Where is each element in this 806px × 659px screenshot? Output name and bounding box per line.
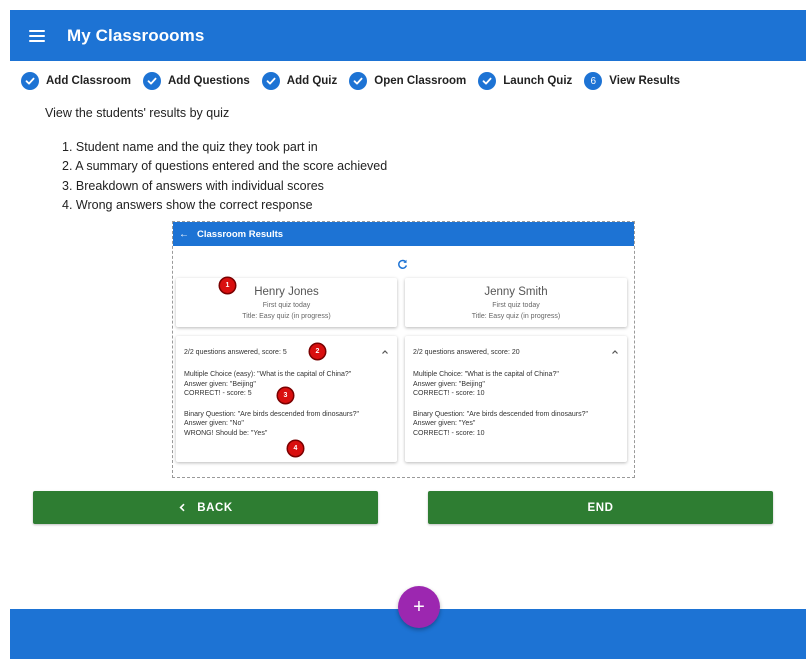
- answer-given: Answer given: "Beijing": [413, 380, 485, 388]
- list-item: 1. Student name and the quiz they took p…: [62, 140, 318, 154]
- step-add-questions[interactable]: Add Questions: [143, 72, 250, 90]
- answer-result: WRONG! Should be: "Yes": [184, 429, 268, 437]
- step-add-classroom[interactable]: Add Classroom: [21, 72, 131, 90]
- check-icon: [478, 72, 497, 90]
- step-label: View Results: [609, 75, 681, 87]
- answer-result: CORRECT! - score: 10: [413, 390, 485, 397]
- check-icon: [261, 72, 280, 90]
- list-item: 3. Breakdown of answers with individual …: [62, 178, 324, 193]
- annotation-badge-3: 3: [278, 388, 293, 403]
- answer-item: Binary Question: "Are birds descended fr…: [184, 410, 389, 439]
- student-card-henry: Henry Jones First quiz today Title: Easy…: [176, 278, 397, 327]
- preview-app-bar: ← Classroom Results: [173, 222, 634, 246]
- chevron-up-icon[interactable]: [381, 348, 389, 356]
- step-launch-quiz[interactable]: Launch Quiz: [478, 72, 572, 90]
- answers-breakdown: Multiple Choice: "What is the capital of…: [405, 364, 627, 438]
- intro-text: View the students' results by quiz: [45, 106, 230, 120]
- step-label: Open Classroom: [374, 75, 467, 87]
- end-button-label: END: [587, 501, 614, 514]
- step-label: Add Quiz: [286, 75, 338, 87]
- menu-icon[interactable]: [29, 29, 45, 42]
- step-label: Add Classroom: [46, 75, 131, 87]
- quiz-title: Title: Easy quiz (in progress): [242, 313, 331, 320]
- end-button[interactable]: END: [428, 491, 773, 524]
- check-icon: [143, 72, 161, 90]
- page: My Classroooms Add Classroom Add Questio…: [0, 0, 806, 659]
- question-text: Multiple Choice: "What is the capital of…: [413, 371, 559, 378]
- annotation-badge-4: 4: [288, 441, 303, 456]
- list-item: 2. A summary of questions entered and th…: [62, 159, 388, 174]
- results-panel-header[interactable]: 2/2 questions answered, score: 20: [405, 340, 627, 364]
- list-item: 4. Wrong answers show the correct respon…: [62, 197, 313, 212]
- answer-given: Answer given: "No": [184, 420, 244, 427]
- chevron-up-icon[interactable]: [611, 348, 619, 356]
- step-open-classroom[interactable]: Open Classroom: [349, 72, 466, 90]
- answer-given: Answer given: "Yes": [413, 420, 476, 427]
- plus-icon: +: [413, 595, 425, 618]
- refresh-icon[interactable]: [397, 259, 408, 270]
- student-card-jenny: Jenny Smith First quiz today Title: Easy…: [405, 278, 627, 327]
- annotation-badge-2: 2: [310, 344, 325, 359]
- app-title: My Classroooms: [67, 25, 205, 45]
- question-text: Binary Question: "Are birds descended fr…: [413, 410, 589, 418]
- step-number: 6: [584, 72, 603, 90]
- check-icon: [349, 72, 368, 90]
- stepper: Add Classroom Add Questions Add Quiz Ope…: [21, 72, 692, 90]
- quiz-time: First quiz today: [262, 302, 311, 309]
- answer-item: Binary Question: "Are birds descended fr…: [413, 410, 619, 439]
- results-panel-header[interactable]: 2/2 questions answered, score: 5: [176, 340, 397, 364]
- feature-list: 1. Student name and the quiz they took p…: [62, 138, 387, 215]
- question-text: Multiple Choice (easy): "What is the cap…: [184, 371, 352, 378]
- results-preview: ← Classroom Results Henry Jones First qu…: [172, 221, 635, 478]
- step-label: Launch Quiz: [503, 75, 573, 87]
- preview-title: Classroom Results: [197, 228, 284, 240]
- answer-item: Multiple Choice: "What is the capital of…: [413, 370, 619, 399]
- results-panel-jenny: 2/2 questions answered, score: 20 Multip…: [405, 336, 627, 462]
- arrow-left-icon[interactable]: ←: [179, 229, 189, 240]
- student-header: Henry Jones First quiz today Title: Easy…: [176, 286, 397, 320]
- step-label: Add Questions: [168, 75, 250, 87]
- score-summary: 2/2 questions answered, score: 5: [184, 348, 287, 356]
- annotation-badge-1: 1: [220, 278, 235, 293]
- check-icon: [21, 72, 39, 90]
- quiz-time: First quiz today: [492, 302, 540, 309]
- student-name: Henry Jones: [254, 286, 319, 298]
- back-button-label: BACK: [197, 501, 233, 514]
- back-button[interactable]: BACK: [33, 491, 378, 524]
- quiz-title: Title: Easy quiz (in progress): [471, 313, 561, 320]
- step-view-results[interactable]: 6 View Results: [584, 72, 680, 90]
- question-text: Binary Question: "Are birds descended fr…: [184, 410, 360, 418]
- step-add-quiz[interactable]: Add Quiz: [261, 72, 338, 90]
- answer-result: CORRECT! - score: 10: [413, 429, 485, 437]
- student-name: Jenny Smith: [484, 286, 548, 298]
- app-bar: My Classroooms: [10, 10, 806, 61]
- score-summary: 2/2 questions answered, score: 20: [413, 348, 520, 356]
- chevron-left-icon: [179, 503, 185, 512]
- student-header: Jenny Smith First quiz today Title: Easy…: [405, 286, 627, 320]
- add-fab-button[interactable]: +: [398, 586, 440, 628]
